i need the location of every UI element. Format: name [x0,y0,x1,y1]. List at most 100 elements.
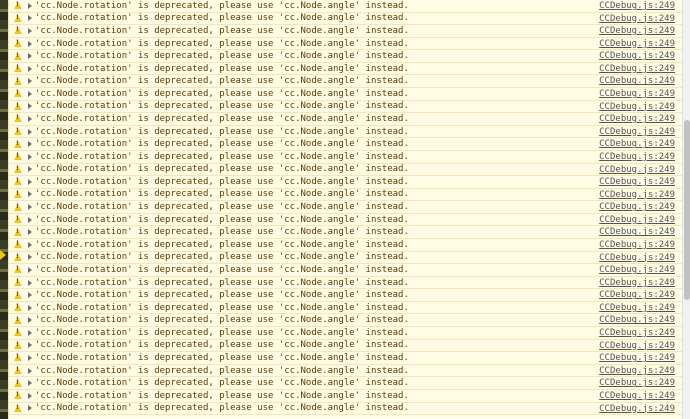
console-message-row[interactable]: 'cc.Node.rotation' is deprecated, please… [9,164,683,177]
source-link[interactable]: CCDebug.js:249 [599,63,675,75]
console-message-row[interactable]: 'cc.Node.rotation' is deprecated, please… [9,314,683,328]
source-link[interactable]: CCDebug.js:249 [599,403,675,415]
console-message-row[interactable]: 'cc.Node.rotation' is deprecated, please… [9,63,683,76]
console-message-row[interactable]: 'cc.Node.rotation' is deprecated, please… [9,126,683,139]
chevron-right-icon[interactable] [28,342,32,349]
source-link[interactable]: CCDebug.js:249 [599,126,675,138]
console-message-row[interactable]: 'cc.Node.rotation' is deprecated, please… [9,340,683,353]
console-message-row[interactable]: 'cc.Node.rotation' is deprecated, please… [9,75,683,89]
console-message-row[interactable]: 'cc.Node.rotation' is deprecated, please… [9,226,683,239]
console-message-row[interactable]: 'cc.Node.rotation' is deprecated, please… [9,277,683,290]
console-message-row[interactable]: 'cc.Node.rotation' is deprecated, please… [9,214,683,227]
source-link[interactable]: CCDebug.js:249 [599,50,675,62]
source-link[interactable]: CCDebug.js:249 [599,390,675,402]
console-message-row[interactable]: 'cc.Node.rotation' is deprecated, please… [9,377,683,390]
source-link[interactable]: CCDebug.js:249 [599,327,675,339]
chevron-right-icon[interactable] [28,405,32,412]
console-message-row[interactable]: 'cc.Node.rotation' is deprecated, please… [9,88,683,101]
chevron-right-icon[interactable] [28,166,32,173]
source-link[interactable]: CCDebug.js:249 [599,340,675,352]
console-message-row[interactable]: 'cc.Node.rotation' is deprecated, please… [9,151,683,164]
source-link[interactable]: CCDebug.js:249 [599,164,675,176]
chevron-right-icon[interactable] [28,90,32,97]
chevron-right-icon[interactable] [28,128,32,135]
console-message-row[interactable]: 'cc.Node.rotation' is deprecated, please… [9,176,683,189]
source-link[interactable]: CCDebug.js:249 [599,252,675,264]
source-link[interactable]: CCDebug.js:249 [599,289,675,301]
chevron-right-icon[interactable] [28,204,32,211]
source-link[interactable]: CCDebug.js:249 [599,214,675,226]
chevron-right-icon[interactable] [28,141,32,148]
chevron-right-icon[interactable] [28,27,32,34]
chevron-right-icon[interactable] [28,65,32,72]
chevron-right-icon[interactable] [28,292,32,299]
chevron-right-icon[interactable] [28,329,32,336]
source-link[interactable]: CCDebug.js:249 [599,101,675,113]
console-message-row[interactable]: 'cc.Node.rotation' is deprecated, please… [9,390,683,403]
source-link[interactable]: CCDebug.js:249 [599,138,675,150]
chevron-right-icon[interactable] [28,304,32,311]
source-link[interactable]: CCDebug.js:249 [599,302,675,314]
console-message-row[interactable]: 'cc.Node.rotation' is deprecated, please… [9,101,683,114]
chevron-right-icon[interactable] [28,78,32,85]
chevron-right-icon[interactable] [28,254,32,261]
source-link[interactable]: CCDebug.js:249 [599,201,675,213]
console-message-row[interactable]: 'cc.Node.rotation' is deprecated, please… [9,50,683,63]
source-link[interactable]: CCDebug.js:249 [599,239,675,251]
chevron-right-icon[interactable] [28,178,32,185]
chevron-right-icon[interactable] [28,191,32,198]
source-link[interactable]: CCDebug.js:249 [599,365,675,377]
source-link[interactable]: CCDebug.js:249 [599,0,675,12]
console-message-row[interactable]: 'cc.Node.rotation' is deprecated, please… [9,302,683,315]
source-link[interactable]: CCDebug.js:249 [599,113,675,125]
source-link[interactable]: CCDebug.js:249 [599,25,675,37]
chevron-right-icon[interactable] [28,380,32,387]
console-message-row[interactable]: 'cc.Node.rotation' is deprecated, please… [9,189,683,202]
chevron-right-icon[interactable] [28,367,32,374]
source-link[interactable]: CCDebug.js:249 [599,189,675,201]
chevron-right-icon[interactable] [28,153,32,160]
chevron-right-icon[interactable] [28,354,32,361]
chevron-right-icon[interactable] [28,2,32,9]
chevron-right-icon[interactable] [28,115,32,122]
source-link[interactable]: CCDebug.js:249 [599,88,675,100]
console-message-row[interactable]: 'cc.Node.rotation' is deprecated, please… [9,239,683,252]
scrollbar-thumb[interactable] [684,120,690,300]
source-link[interactable]: CCDebug.js:249 [599,314,675,326]
source-link[interactable]: CCDebug.js:249 [599,13,675,25]
console-message-row[interactable]: 'cc.Node.rotation' is deprecated, please… [9,352,683,365]
source-link[interactable]: CCDebug.js:249 [599,377,675,389]
console-message-row[interactable]: 'cc.Node.rotation' is deprecated, please… [9,289,683,302]
source-link[interactable]: CCDebug.js:249 [599,277,675,289]
source-link[interactable]: CCDebug.js:249 [599,352,675,364]
chevron-right-icon[interactable] [28,266,32,273]
source-link[interactable]: CCDebug.js:249 [599,151,675,163]
console-message-row[interactable]: 'cc.Node.rotation' is deprecated, please… [9,365,683,378]
chevron-right-icon[interactable] [28,279,32,286]
chevron-right-icon[interactable] [28,40,32,47]
console-message-row[interactable]: 'cc.Node.rotation' is deprecated, please… [9,264,683,277]
chevron-right-icon[interactable] [28,216,32,223]
source-link[interactable]: CCDebug.js:249 [599,264,675,276]
source-link[interactable]: CCDebug.js:249 [599,176,675,188]
chevron-right-icon[interactable] [28,317,32,324]
console-message-row[interactable]: 'cc.Node.rotation' is deprecated, please… [9,13,683,26]
console-scrollbar[interactable] [682,0,690,419]
chevron-right-icon[interactable] [28,53,32,60]
console-message-row[interactable]: 'cc.Node.rotation' is deprecated, please… [9,252,683,265]
chevron-right-icon[interactable] [28,392,32,399]
console-message-row[interactable]: 'cc.Node.rotation' is deprecated, please… [9,327,683,340]
console-message-row[interactable]: 'cc.Node.rotation' is deprecated, please… [9,201,683,214]
source-link[interactable]: CCDebug.js:249 [599,38,675,50]
chevron-right-icon[interactable] [28,229,32,236]
source-link[interactable]: CCDebug.js:249 [599,226,675,238]
source-link[interactable]: CCDebug.js:249 [599,75,675,87]
console-message-row[interactable]: 'cc.Node.rotation' is deprecated, please… [9,113,683,126]
chevron-right-icon[interactable] [28,15,32,22]
chevron-right-icon[interactable] [28,241,32,248]
console-message-row[interactable]: 'cc.Node.rotation' is deprecated, please… [9,403,683,416]
chevron-right-icon[interactable] [28,103,32,110]
console-message-row[interactable]: 'cc.Node.rotation' is deprecated, please… [9,25,683,38]
console-message-row[interactable]: 'cc.Node.rotation' is deprecated, please… [9,0,683,13]
console-message-row[interactable]: 'cc.Node.rotation' is deprecated, please… [9,38,683,51]
